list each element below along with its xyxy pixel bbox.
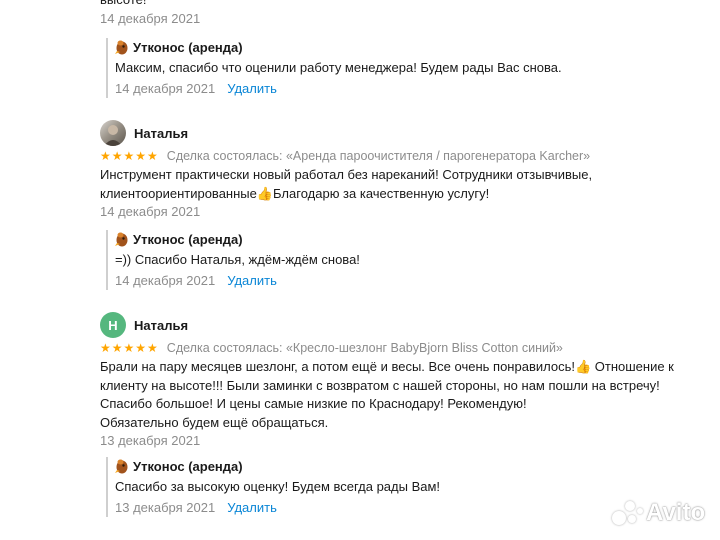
reply-header: Утконос (аренда)	[115, 457, 440, 475]
review-text-line: клиенту на высоте!!! Были заминки с возв…	[100, 377, 660, 393]
review-deal-line: ★★★★★ Сделка состоялась: «Кресло-шезлонг…	[100, 341, 563, 355]
seller-reply: Утконос (аренда) =)) Спасибо Наталья, жд…	[106, 230, 360, 290]
platypus-logo-icon	[115, 232, 128, 247]
review-text-line: Инструмент практически новый работал без…	[100, 167, 593, 182]
reviewer-name[interactable]: Наталья	[134, 126, 188, 141]
rating-stars-icon: ★★★★★	[100, 149, 159, 163]
reply-date: 14 декабря 2021	[115, 272, 216, 288]
avatar[interactable]: Н	[100, 312, 126, 338]
review-body: Инструмент практически новый работал без…	[100, 166, 690, 221]
review-deal-line: ★★★★★ Сделка состоялась: «Аренда пароочи…	[100, 149, 590, 163]
reply-author: Утконос (аренда)	[133, 458, 243, 474]
review-text-cut: высоте!	[100, 0, 147, 10]
review-date: 14 декабря 2021	[100, 11, 201, 26]
reply-text: Максим, спасибо что оценили работу менед…	[115, 60, 562, 75]
reply-meta: 13 декабря 2021 Удалить	[115, 499, 440, 517]
reply-meta: 14 декабря 2021 Удалить	[115, 80, 562, 98]
rating-stars-icon: ★★★★★	[100, 341, 159, 355]
reply-author: Утконос (аренда)	[133, 231, 243, 247]
review-text-line: клиентоориентированные👍Благодарю за каче…	[100, 185, 490, 201]
review-header: Н Наталья	[100, 312, 188, 338]
watermark-text: Avito	[646, 499, 706, 526]
reviewer-name[interactable]: Наталья	[134, 318, 188, 333]
delete-reply-link[interactable]: Удалить	[227, 500, 277, 515]
reply-text: =)) Спасибо Наталья, ждём-ждём снова!	[115, 252, 360, 267]
reply-meta: 14 декабря 2021 Удалить	[115, 272, 360, 290]
reply-header: Утконос (аренда)	[115, 38, 562, 56]
user-photo-icon	[104, 125, 122, 146]
avito-watermark: Avito	[612, 499, 705, 527]
review-date: 14 декабря 2021	[100, 204, 201, 219]
deal-info[interactable]: Сделка состоялась: «Кресло-шезлонг BabyB…	[167, 341, 563, 355]
deal-info[interactable]: Сделка состоялась: «Аренда пароочистител…	[167, 149, 590, 163]
review-text-line: Брали на пару месяцев шезлонг, а потом е…	[100, 359, 674, 374]
reply-text: Спасибо за высокую оценку! Будем всегда …	[115, 479, 441, 494]
reply-header: Утконос (аренда)	[115, 230, 360, 248]
reply-date: 14 декабря 2021	[115, 80, 216, 96]
review-date: 13 декабря 2021	[100, 433, 201, 448]
reviews-page: высоте! 14 декабря 2021 Утконос (аренда)…	[0, 0, 720, 540]
review-text-line: Обязательно будем ещё обращаться.	[100, 414, 329, 430]
delete-reply-link[interactable]: Удалить	[227, 81, 277, 96]
review-text-line: Спасибо большое! И цены самые низкие по …	[100, 396, 527, 411]
reply-date: 13 декабря 2021	[115, 499, 216, 515]
delete-reply-link[interactable]: Удалить	[227, 273, 277, 288]
platypus-logo-icon	[115, 459, 128, 474]
avito-logo-icon	[612, 499, 644, 527]
avatar[interactable]	[100, 120, 126, 146]
review-body: Брали на пару месяцев шезлонг, а потом е…	[100, 358, 690, 450]
reply-author: Утконос (аренда)	[133, 39, 243, 55]
review-header: Наталья	[100, 120, 188, 146]
seller-reply: Утконос (аренда) Максим, спасибо что оце…	[106, 38, 562, 98]
platypus-logo-icon	[115, 40, 128, 55]
seller-reply: Утконос (аренда) Спасибо за высокую оцен…	[106, 457, 440, 517]
